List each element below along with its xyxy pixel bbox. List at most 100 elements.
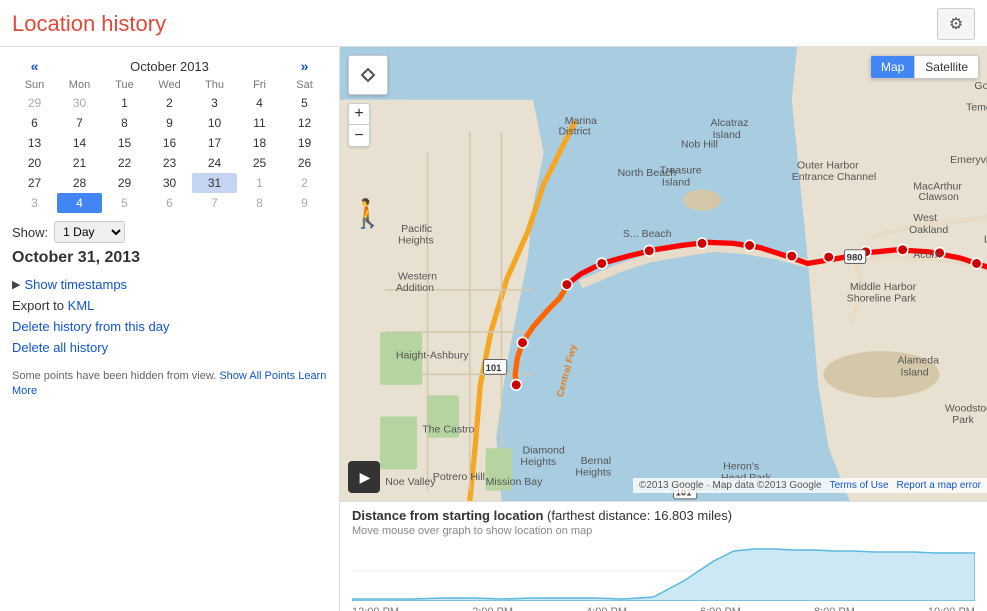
calendar-day[interactable]: 5 [282, 93, 327, 113]
map-background: Pacific Heights Western Addition Haight-… [340, 47, 987, 501]
svg-text:Outer Harbor: Outer Harbor [797, 159, 859, 171]
map-copyright: ©2013 Google · Map data ©2013 Google Ter… [633, 478, 987, 493]
calendar-day[interactable]: 31 [192, 173, 237, 193]
report-map-error-link[interactable]: Report a map error [897, 480, 981, 491]
svg-text:Heron's: Heron's [723, 460, 759, 472]
calendar-day[interactable]: 29 [12, 93, 57, 113]
delete-day-link[interactable]: Delete history from this day [12, 319, 327, 334]
calendar-day[interactable]: 10 [192, 113, 237, 133]
calendar-day[interactable]: 9 [282, 193, 327, 213]
calendar-day[interactable]: 20 [12, 153, 57, 173]
calendar-day[interactable]: 4 [237, 93, 282, 113]
svg-text:Bernal: Bernal [581, 455, 612, 467]
graph-subtitle: Move mouse over graph to show location o… [352, 525, 975, 537]
calendar-day[interactable]: 9 [147, 113, 192, 133]
graph-label-800: 8:00 PM [814, 606, 855, 611]
export-row: Export to KML [12, 298, 327, 313]
calendar-day[interactable]: 5 [102, 193, 147, 213]
calendar-day[interactable]: 16 [147, 133, 192, 153]
svg-text:Oakland: Oakland [909, 224, 948, 236]
calendar-day[interactable]: 25 [237, 153, 282, 173]
calendar-day[interactable]: 3 [192, 93, 237, 113]
sidebar: « October 2013 » Sun Mon Tue Wed Thu Fri… [0, 47, 340, 611]
calendar-day[interactable]: 7 [57, 113, 102, 133]
svg-text:Golden Gate: Golden Gate [974, 80, 987, 92]
show-select[interactable]: 1 Day 2 Days 3 Days 1 Week [54, 221, 125, 243]
svg-text:Potrero Hill: Potrero Hill [433, 471, 485, 483]
svg-text:Alameda: Alameda [897, 355, 939, 367]
street-view-pegman[interactable]: 🚶 [350, 197, 385, 230]
copyright-text: ©2013 Google · Map data ©2013 Google [639, 480, 822, 491]
zoom-out-button[interactable]: − [348, 125, 370, 147]
calendar-day[interactable]: 11 [237, 113, 282, 133]
terms-of-use-link[interactable]: Terms of Use [830, 480, 889, 491]
timestamps-arrow-icon: ▶ [12, 278, 20, 291]
calendar-day[interactable]: 13 [12, 133, 57, 153]
settings-button[interactable]: ⚙ [937, 8, 975, 40]
dow-wed: Wed [147, 77, 192, 93]
hidden-notice: Some points have been hidden from view. … [12, 369, 327, 400]
header: Location history ⚙ [0, 0, 987, 47]
calendar-day[interactable]: 24 [192, 153, 237, 173]
delete-all-link[interactable]: Delete all history [12, 340, 327, 355]
map[interactable]: Pacific Heights Western Addition Haight-… [340, 47, 987, 501]
export-to-label: Export to [12, 298, 64, 313]
calendar-day[interactable]: 18 [237, 133, 282, 153]
calendar-day[interactable]: 30 [57, 93, 102, 113]
export-kml-label: KML [68, 298, 95, 313]
dow-tue: Tue [102, 77, 147, 93]
hidden-notice-text: Some points have been hidden from view. [12, 370, 216, 382]
calendar-day[interactable]: 26 [282, 153, 327, 173]
graph-label-200: 2:00 PM [472, 606, 513, 611]
show-all-points-link[interactable]: Show All Points [219, 370, 295, 382]
graph-x-labels: 12:00 PM 2:00 PM 4:00 PM 6:00 PM 8:00 PM… [352, 606, 975, 611]
calendar: « October 2013 » Sun Mon Tue Wed Thu Fri… [12, 55, 327, 213]
calendar-day[interactable]: 1 [102, 93, 147, 113]
timestamps-label: Show timestamps [24, 277, 127, 292]
svg-text:Mission Bay: Mission Bay [486, 476, 544, 488]
svg-text:Heights: Heights [575, 467, 611, 479]
svg-text:Diamond: Diamond [523, 444, 565, 456]
calendar-month-title: October 2013 [57, 55, 282, 77]
calendar-day[interactable]: 1 [237, 173, 282, 193]
graph-container: Distance from starting location (farthes… [340, 501, 987, 611]
calendar-day[interactable]: 23 [147, 153, 192, 173]
calendar-day[interactable]: 22 [102, 153, 147, 173]
svg-text:Island: Island [713, 129, 741, 141]
calendar-day[interactable]: 17 [192, 133, 237, 153]
calendar-day[interactable]: 27 [12, 173, 57, 193]
calendar-day[interactable]: 6 [12, 113, 57, 133]
calendar-day[interactable]: 28 [57, 173, 102, 193]
calendar-day[interactable]: 7 [192, 193, 237, 213]
svg-text:Noe Valley: Noe Valley [385, 476, 436, 488]
dow-sun: Sun [12, 77, 57, 93]
calendar-next-btn[interactable]: » [282, 55, 327, 77]
play-route-button[interactable] [348, 461, 380, 493]
svg-text:Entrance Channel: Entrance Channel [792, 171, 876, 183]
calendar-day[interactable]: 12 [282, 113, 327, 133]
gear-icon: ⚙ [949, 14, 963, 34]
calendar-day[interactable]: 2 [282, 173, 327, 193]
map-type-satellite-button[interactable]: Satellite [915, 56, 978, 78]
calendar-day[interactable]: 29 [102, 173, 147, 193]
calendar-day[interactable]: 6 [147, 193, 192, 213]
calendar-prev-btn[interactable]: « [12, 55, 57, 77]
calendar-day[interactable]: 3 [12, 193, 57, 213]
calendar-day[interactable]: 19 [282, 133, 327, 153]
calendar-day[interactable]: 8 [237, 193, 282, 213]
calendar-day[interactable]: 8 [102, 113, 147, 133]
calendar-day[interactable]: 14 [57, 133, 102, 153]
export-kml-link[interactable]: KML [68, 298, 95, 313]
show-timestamps-link[interactable]: ▶ Show timestamps [12, 277, 327, 292]
calendar-day[interactable]: 15 [102, 133, 147, 153]
map-pan-control[interactable] [348, 55, 388, 95]
calendar-day[interactable]: 21 [57, 153, 102, 173]
svg-text:West: West [913, 212, 937, 224]
svg-text:Addition: Addition [396, 282, 434, 294]
calendar-day[interactable]: 2 [147, 93, 192, 113]
map-type-map-button[interactable]: Map [871, 56, 915, 78]
map-zoom-controls: + − [348, 103, 370, 147]
calendar-day[interactable]: 30 [147, 173, 192, 193]
calendar-day[interactable]: 4 [57, 193, 102, 213]
zoom-in-button[interactable]: + [348, 103, 370, 125]
